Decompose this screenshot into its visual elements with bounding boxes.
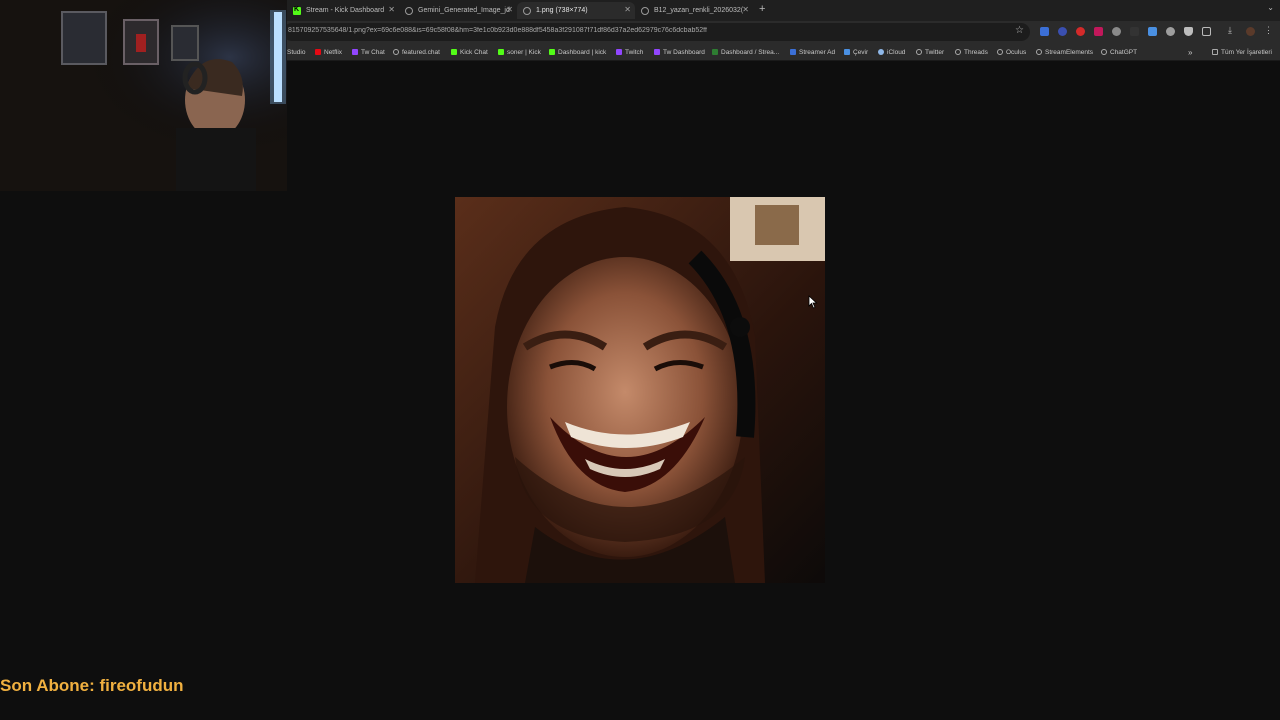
close-tab-icon[interactable]: ✕ [506, 5, 513, 14]
webcam-feed [0, 0, 287, 191]
kick-icon [498, 49, 504, 55]
tab-label: Gemini_Generated_Image_jd [418, 7, 510, 14]
extension-icon[interactable] [1058, 27, 1067, 36]
close-tab-icon[interactable]: ✕ [388, 5, 395, 14]
bookmark-threads[interactable]: Threads [955, 47, 988, 57]
extension-icon[interactable] [1112, 27, 1121, 36]
kick-icon [451, 49, 457, 55]
translate-icon [844, 49, 850, 55]
globe-icon [916, 49, 922, 55]
viewed-image [455, 197, 825, 583]
tab-1-png[interactable]: 1.png (738×774) ✕ [517, 2, 635, 19]
kick-icon [293, 6, 301, 15]
globe-icon [523, 6, 531, 15]
portrait-photo [455, 197, 825, 583]
bookmarks-overflow-button[interactable]: » [1188, 47, 1192, 57]
last-subscriber-label: Son Abone: fireofudun [0, 676, 184, 695]
tab-label: B12_yazan_renkli_2026032( [654, 7, 744, 14]
twitch-icon [352, 49, 358, 55]
dashboard-icon [712, 49, 718, 55]
globe-icon [955, 49, 961, 55]
bookmark-studio[interactable]: Studio [287, 47, 305, 57]
close-tab-icon[interactable]: ✕ [624, 5, 631, 14]
folder-icon [1212, 49, 1218, 55]
download-icon[interactable]: ⤓ [1228, 25, 1237, 35]
cloud-icon [878, 49, 884, 55]
extension-icon[interactable] [1076, 27, 1085, 36]
bookmark-soner-kick[interactable]: soner | Kick [498, 47, 541, 57]
globe-icon [405, 6, 413, 15]
bookmark-featured-chat[interactable]: featured.chat [393, 47, 440, 57]
bookmark-chatgpt[interactable]: ChatGPT [1101, 47, 1137, 57]
tab-label: Stream - Kick Dashboard [306, 7, 385, 14]
bookmark-icloud[interactable]: iCloud [878, 47, 905, 57]
chevron-down-icon[interactable]: ⌄ [1267, 3, 1274, 12]
tab-b12-yazan[interactable]: B12_yazan_renkli_2026032( ✕ [635, 2, 753, 19]
shield-icon[interactable] [1184, 27, 1193, 36]
bookmark-streamelements[interactable]: StreamElements [1036, 47, 1093, 57]
avatar[interactable] [1246, 27, 1255, 36]
puzzle-icon[interactable] [1202, 27, 1211, 36]
new-tab-button[interactable]: + [759, 3, 765, 15]
globe-icon [1101, 49, 1107, 55]
extension-icon[interactable] [1094, 27, 1103, 36]
bookmark-twitter[interactable]: Twitter [916, 47, 944, 57]
bookmark-streamer-ad[interactable]: Streamer Ad [790, 47, 835, 57]
bookmark-oculus[interactable]: Oculus [997, 47, 1026, 57]
netflix-icon [315, 49, 321, 55]
globe-icon [393, 49, 399, 55]
webcam-overlay [0, 0, 287, 191]
bookmark-cevir[interactable]: Çevir [844, 47, 868, 57]
bookmark-kick-chat[interactable]: Kick Chat [451, 47, 488, 57]
tab-label: 1.png (738×774) [536, 7, 588, 14]
mouse-cursor-icon [808, 295, 818, 309]
url-text[interactable]: 815709257535648/1.png?ex=69c6e088&is=69c… [288, 27, 988, 34]
globe-icon [997, 49, 1003, 55]
bookmark-netflix[interactable]: Netflix [315, 47, 342, 57]
tab-gemini-image[interactable]: Gemini_Generated_Image_jd ✕ [399, 2, 517, 19]
menu-icon[interactable]: ⋮ [1264, 25, 1273, 35]
blue-icon [790, 49, 796, 55]
bookmark-twitch[interactable]: Twitch [616, 47, 643, 57]
tab-kick-dashboard[interactable]: Stream - Kick Dashboard ✕ [287, 2, 399, 19]
extension-icon[interactable] [1040, 27, 1049, 36]
extension-icon[interactable] [1148, 27, 1157, 36]
twitch-icon [654, 49, 660, 55]
globe-icon [1036, 49, 1042, 55]
address-bar[interactable]: 815709257535648/1.png?ex=69c6e088&is=69c… [283, 23, 1030, 41]
bookmark-dashboard-kick[interactable]: Dashboard | kick [549, 47, 606, 57]
kick-icon [549, 49, 555, 55]
close-tab-icon[interactable]: ✕ [742, 5, 749, 14]
bookmark-tw-dashboard[interactable]: Tw Dashboard [654, 47, 705, 57]
extension-icon[interactable] [1130, 27, 1139, 36]
all-bookmarks-folder[interactable]: Tüm Yer İşaretleri [1212, 47, 1272, 57]
bookmark-dashboard-strea[interactable]: Dashboard / Strea... [712, 47, 779, 57]
twitch-icon [616, 49, 622, 55]
globe-icon [641, 6, 649, 15]
bookmark-tw-chat[interactable]: Tw Chat [352, 47, 385, 57]
extension-icon[interactable] [1166, 27, 1175, 36]
star-icon[interactable]: ☆ [1015, 25, 1024, 36]
